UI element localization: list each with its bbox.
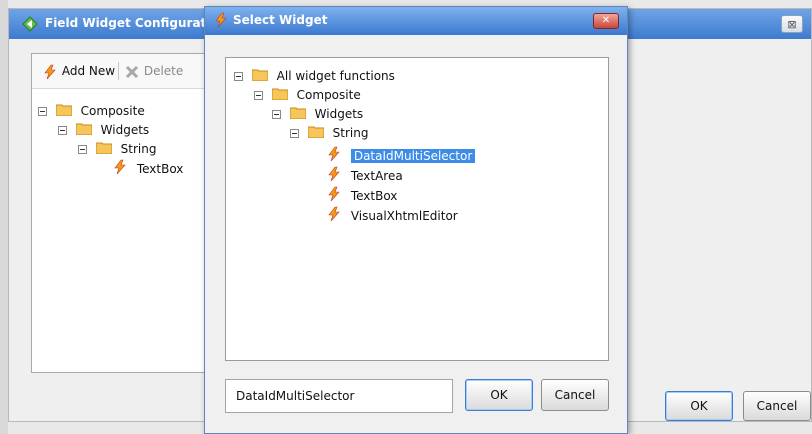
tree-item-composite[interactable]: Composite [254, 86, 361, 104]
folder-icon [307, 125, 325, 143]
collapse-icon[interactable] [38, 107, 47, 116]
folder-icon [271, 87, 289, 105]
collapse-icon[interactable] [58, 126, 67, 135]
tree-item-label: Widgets [314, 107, 364, 121]
delete-button[interactable]: Delete [124, 61, 183, 81]
delete-label: Delete [143, 64, 184, 78]
cancel-button[interactable]: Cancel [541, 379, 609, 411]
bolt-icon [42, 64, 62, 79]
tree-item-label: String [120, 142, 157, 156]
configuration-icon [21, 15, 39, 33]
select-widget-dialog: Select Widget ✕ All widget functions Com… [204, 6, 628, 434]
tree-item-label: All widget functions [276, 69, 395, 83]
tree-item-label: Composite [296, 88, 361, 102]
widget-functions-tree: All widget functions Composite Widgets S… [225, 57, 609, 361]
tree-item-all-widget-functions[interactable]: All widget functions [234, 67, 395, 85]
ok-button[interactable]: OK [465, 379, 533, 411]
bolt-icon [213, 12, 229, 31]
selected-widget-field[interactable]: DataIdMultiSelector [225, 379, 453, 413]
dialog-titlebar: Select Widget ✕ [205, 7, 627, 35]
tree-item-composite[interactable]: Composite [38, 102, 145, 120]
bolt-icon [112, 159, 128, 180]
tree-item-label: DataIdMultiSelector [350, 149, 476, 163]
bolt-icon [326, 166, 342, 187]
collapse-icon[interactable] [234, 72, 243, 81]
tree-item-string[interactable]: String [78, 140, 156, 158]
tree-item-label: VisualXhtmlEditor [350, 209, 458, 223]
close-button[interactable]: ✕ [593, 13, 619, 29]
tree-item-label: String [332, 126, 369, 140]
dialog-title: Select Widget [233, 13, 328, 27]
folder-icon [289, 106, 307, 124]
bolt-icon [326, 186, 342, 207]
tree-item-label: Widgets [100, 123, 150, 137]
ok-button[interactable]: OK [665, 391, 733, 421]
tree-item-label: Composite [80, 104, 145, 118]
collapse-icon[interactable] [290, 129, 299, 138]
tree-item-label: TextBox [136, 162, 184, 176]
collapse-icon[interactable] [272, 110, 281, 119]
folder-icon [95, 141, 113, 159]
tree-item-visualxhtmleditor[interactable]: VisualXhtmlEditor [326, 206, 458, 224]
bolt-icon [326, 146, 342, 167]
tree-item-string[interactable]: String [290, 124, 368, 142]
tree-item-label: TextBox [350, 189, 398, 203]
tree-item-dataidmultiselector[interactable]: DataIdMultiSelector [326, 146, 476, 167]
widget-tree-panel: Add New Delete Composite Widgets String [31, 53, 211, 373]
tree-item-label: TextArea [350, 169, 403, 183]
tree-item-widgets[interactable]: Widgets [272, 105, 363, 123]
bolt-icon [326, 206, 342, 227]
cancel-button[interactable]: Cancel [743, 391, 811, 421]
tree-item-textbox[interactable]: TextBox [112, 159, 183, 177]
folder-icon [75, 122, 93, 140]
folder-icon [251, 68, 269, 86]
folder-icon [55, 103, 73, 121]
tree-toolbar: Add New Delete [32, 54, 210, 89]
window-title: Field Widget Configuration [45, 16, 228, 30]
collapse-icon[interactable] [78, 145, 87, 154]
tree-item-textarea[interactable]: TextArea [326, 166, 403, 184]
add-new-button[interactable]: Add New [42, 61, 115, 81]
toolbar-separator [118, 62, 119, 80]
collapse-icon[interactable] [254, 91, 263, 100]
tree-item-textbox[interactable]: TextBox [326, 186, 397, 204]
close-button[interactable]: ⊠ [781, 15, 803, 33]
background-edge [0, 0, 8, 434]
delete-icon [124, 64, 144, 78]
add-new-label: Add New [61, 64, 116, 78]
tree-item-widgets[interactable]: Widgets [58, 121, 149, 139]
